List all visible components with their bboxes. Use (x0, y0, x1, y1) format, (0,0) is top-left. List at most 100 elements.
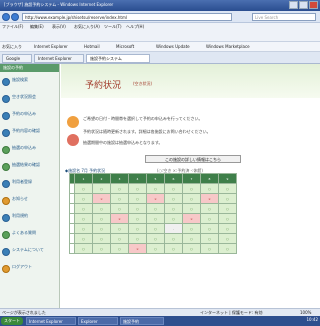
menu-view[interactable]: 表示(V) (52, 24, 66, 30)
forward-button[interactable] (11, 13, 19, 21)
slot-cell[interactable]: ○ (163, 243, 183, 254)
slot-cell[interactable]: ○ (145, 243, 165, 254)
slot-cell[interactable]: × (181, 213, 201, 224)
slot-cell[interactable]: ○ (91, 183, 111, 194)
slot-cell[interactable]: × (145, 193, 165, 204)
slot-cell[interactable]: ○ (73, 193, 93, 204)
slot-cell[interactable]: ○ (181, 243, 201, 254)
slot-cell[interactable]: ○ (217, 183, 238, 194)
slot-cell[interactable]: ○ (163, 213, 183, 224)
slot-cell[interactable]: ○ (127, 203, 147, 214)
taskbar-item[interactable]: Internet Explorer (26, 317, 76, 325)
sidebar-item-news[interactable]: お知らせ (2, 195, 58, 208)
sidebar-item-apply[interactable]: 予約の申込み (2, 110, 58, 123)
slot-cell[interactable]: ○ (91, 233, 111, 244)
fav-item[interactable]: Internet Explorer (34, 44, 68, 49)
slot-cell[interactable]: ○ (127, 223, 147, 234)
sidebar-item-confirm[interactable]: 予約内容の確認 (2, 127, 58, 140)
slot-cell[interactable]: ○ (163, 203, 183, 214)
slot-cell[interactable]: ○ (199, 233, 219, 244)
tab-ie[interactable]: Internet Explorer (34, 54, 84, 63)
minimize-button[interactable] (289, 1, 298, 9)
slot-cell[interactable]: ○ (109, 203, 129, 214)
slot-cell[interactable]: ○ (145, 223, 165, 234)
slot-cell[interactable]: ○ (127, 233, 147, 244)
slot-cell[interactable]: ○ (73, 213, 93, 224)
slot-cell[interactable]: ○ (181, 193, 201, 204)
slot-cell[interactable]: ○ (127, 183, 147, 194)
slot-cell[interactable]: ○ (181, 203, 201, 214)
start-button[interactable]: スタート (1, 317, 23, 325)
menu-favorites[interactable]: お気に入り(A) (74, 24, 100, 30)
slot-cell[interactable]: ○ (91, 203, 111, 214)
slot-cell[interactable]: ○ (73, 183, 93, 194)
sidebar-item-lottery[interactable]: 抽選の申込み (2, 144, 58, 157)
close-button[interactable] (309, 1, 318, 9)
slot-cell[interactable]: ○ (163, 193, 183, 204)
url-field[interactable]: http://www.example.jp/shisetsu/reserve/i… (22, 13, 232, 21)
slot-cell[interactable]: ○ (181, 183, 201, 194)
slot-cell[interactable]: ○ (73, 223, 93, 234)
taskbar-item[interactable]: 施設予約 (120, 317, 164, 325)
slot-cell[interactable]: ○ (145, 213, 165, 224)
menu-tools[interactable]: ツール(T) (104, 24, 122, 30)
slot-cell[interactable]: × (199, 193, 219, 204)
slot-cell[interactable]: ○ (199, 203, 219, 214)
slot-cell[interactable]: ○ (145, 203, 165, 214)
slot-cell[interactable]: × (127, 243, 147, 254)
slot-cell[interactable]: ○ (109, 243, 129, 254)
sidebar-item-logout[interactable]: ログアウト (2, 263, 58, 276)
fav-item[interactable]: お気に入り (2, 44, 22, 50)
slot-cell[interactable]: ○ (181, 233, 201, 244)
maximize-button[interactable] (299, 1, 308, 9)
slot-cell[interactable]: ○ (217, 193, 238, 204)
fav-item[interactable]: Windows Marketplace (206, 44, 250, 49)
search-input[interactable]: Live Search (252, 13, 316, 21)
slot-cell[interactable]: ○ (109, 183, 129, 194)
slot-cell[interactable]: ○ (73, 203, 93, 214)
slot-cell[interactable]: ○ (199, 183, 219, 194)
taskbar-item[interactable]: Explorer (78, 317, 118, 325)
slot-cell[interactable]: ○ (217, 243, 238, 254)
sidebar-item-about[interactable]: システムについて (2, 246, 58, 259)
slot-cell[interactable]: ○ (91, 243, 111, 254)
menu-help[interactable]: ヘルプ(H) (126, 24, 144, 30)
slot-cell[interactable]: ○ (91, 223, 111, 234)
menu-file[interactable]: ファイル(F) (2, 24, 23, 30)
slot-cell[interactable]: ○ (127, 213, 147, 224)
slot-cell[interactable]: ○ (109, 223, 129, 234)
slot-cell[interactable]: ○ (145, 233, 165, 244)
slot-cell[interactable]: ○ (145, 183, 165, 194)
tab-reservation[interactable]: 施設予約システム (86, 54, 150, 63)
fav-item[interactable]: Windows Update (156, 44, 190, 49)
slot-cell[interactable]: ○ (73, 233, 93, 244)
fav-item[interactable]: Microsoft (116, 44, 134, 49)
slot-cell[interactable]: ○ (217, 213, 238, 224)
slot-cell[interactable]: ○ (217, 233, 238, 244)
facility-info-button[interactable]: この施設の詳しい情報はこちら (145, 155, 241, 163)
slot-cell[interactable]: ○ (199, 213, 219, 224)
slot-cell[interactable]: ○ (163, 233, 183, 244)
sidebar-item-availability[interactable]: 空き状況照会 (2, 93, 58, 106)
slot-cell[interactable]: ○ (127, 193, 147, 204)
tab-google[interactable]: Google (2, 54, 32, 63)
sidebar-item-faq[interactable]: よくある質問 (2, 229, 58, 242)
sidebar-item-search[interactable]: 施設検索 (2, 76, 58, 89)
slot-cell[interactable]: ○ (109, 193, 129, 204)
sidebar-item-lottery-result[interactable]: 抽選結果の確認 (2, 161, 58, 174)
slot-cell[interactable]: ○ (181, 223, 201, 234)
slot-cell[interactable]: ○ (217, 203, 238, 214)
menu-edit[interactable]: 編集(E) (30, 24, 44, 30)
slot-cell[interactable]: ○ (109, 233, 129, 244)
sidebar-item-register[interactable]: 利用者登録 (2, 178, 58, 191)
slot-cell[interactable]: ○ (73, 243, 93, 254)
slot-cell[interactable]: ○ (91, 213, 111, 224)
slot-cell[interactable]: ○ (199, 223, 219, 234)
back-button[interactable] (2, 13, 10, 21)
slot-cell[interactable]: ○ (163, 183, 183, 194)
slot-cell[interactable]: × (109, 213, 129, 224)
sidebar-item-terms[interactable]: 利用規約 (2, 212, 58, 225)
slot-cell[interactable]: ○ (199, 243, 219, 254)
zoom-level[interactable]: 100% (300, 310, 311, 315)
slot-cell[interactable]: ○ (217, 223, 238, 234)
